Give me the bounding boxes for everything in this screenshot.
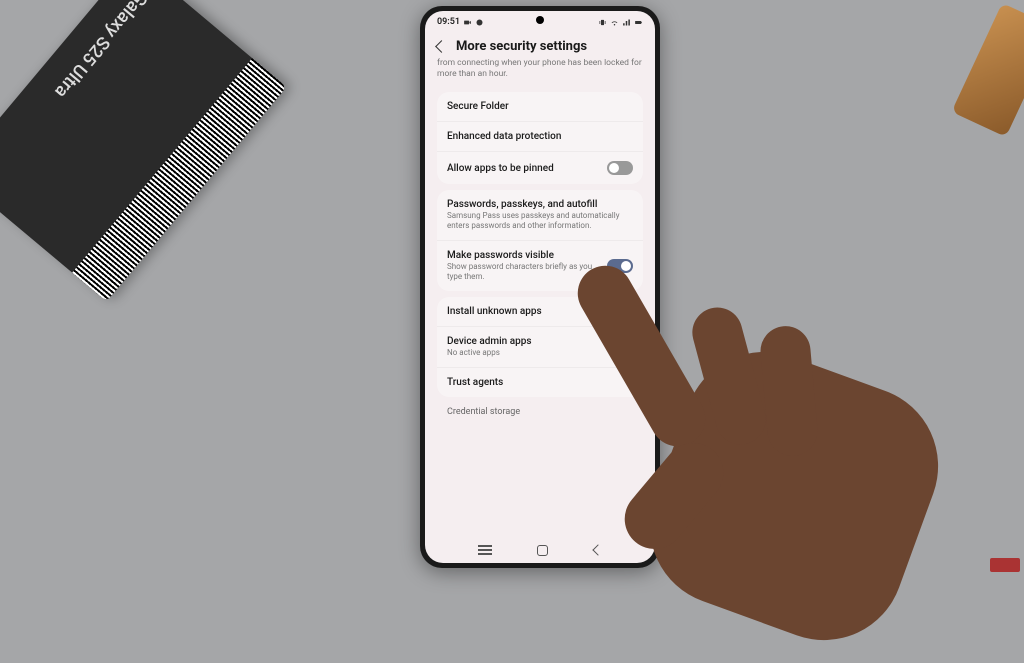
enhanced-data-item[interactable]: Enhanced data protection: [437, 121, 643, 151]
header: More security settings: [425, 33, 655, 58]
recents-button[interactable]: [478, 545, 492, 555]
signal-icon: [622, 18, 631, 27]
passwords-visible-item[interactable]: Make passwords visible Show password cha…: [437, 240, 643, 291]
device-admin-label: Device admin apps: [447, 336, 633, 347]
video-icon: [463, 18, 472, 27]
page-title: More security settings: [456, 39, 587, 54]
box-label: Galaxy S25 Ultra: [51, 0, 152, 102]
allow-pinned-item[interactable]: Allow apps to be pinned: [437, 151, 643, 184]
back-icon[interactable]: [435, 40, 448, 53]
enhanced-data-label: Enhanced data protection: [447, 131, 633, 142]
device-admin-sub: No active apps: [447, 348, 633, 358]
battery-icon: [634, 18, 643, 27]
vibrate-icon: [598, 18, 607, 27]
passwords-visible-toggle[interactable]: [607, 259, 633, 273]
barcode: [72, 58, 286, 301]
truncated-description: from connecting when your phone has been…: [437, 58, 643, 86]
phone-screen: 09:51 More security settings from connec…: [425, 11, 655, 563]
secure-folder-item[interactable]: Secure Folder: [437, 92, 643, 121]
allow-pinned-label: Allow apps to be pinned: [447, 163, 607, 174]
passwords-autofill-label: Passwords, passkeys, and autofill: [447, 199, 633, 210]
passwords-autofill-item[interactable]: Passwords, passkeys, and autofill Samsun…: [437, 190, 643, 240]
passwords-visible-label: Make passwords visible: [447, 250, 607, 261]
settings-content[interactable]: from connecting when your phone has been…: [425, 58, 655, 537]
device-admin-item[interactable]: Device admin apps No active apps: [437, 326, 643, 367]
wifi-icon: [610, 18, 619, 27]
notification-icon: [475, 18, 484, 27]
settings-group-2: Passwords, passkeys, and autofill Samsun…: [437, 190, 643, 291]
install-unknown-item[interactable]: Install unknown apps: [437, 297, 643, 326]
watermark: [990, 558, 1020, 572]
home-button[interactable]: [537, 545, 548, 556]
credential-storage-label: Credential storage: [437, 403, 643, 417]
back-button[interactable]: [592, 544, 603, 555]
settings-group-1: Secure Folder Enhanced data protection A…: [437, 92, 643, 184]
product-box: Galaxy S25 Ultra: [0, 0, 287, 302]
settings-group-3: Install unknown apps Device admin apps N…: [437, 297, 643, 397]
navigation-bar: [425, 537, 655, 563]
trust-agents-label: Trust agents: [447, 377, 633, 388]
trust-agents-item[interactable]: Trust agents: [437, 367, 643, 397]
allow-pinned-toggle[interactable]: [607, 161, 633, 175]
background-object: [951, 3, 1024, 137]
phone-device: 09:51 More security settings from connec…: [420, 6, 660, 568]
camera-hole: [536, 16, 544, 24]
passwords-visible-sub: Show password characters briefly as you …: [447, 262, 607, 282]
secure-folder-label: Secure Folder: [447, 101, 633, 112]
passwords-autofill-sub: Samsung Pass uses passkeys and automatic…: [447, 211, 633, 231]
install-unknown-label: Install unknown apps: [447, 306, 633, 317]
status-time: 09:51: [437, 17, 460, 27]
